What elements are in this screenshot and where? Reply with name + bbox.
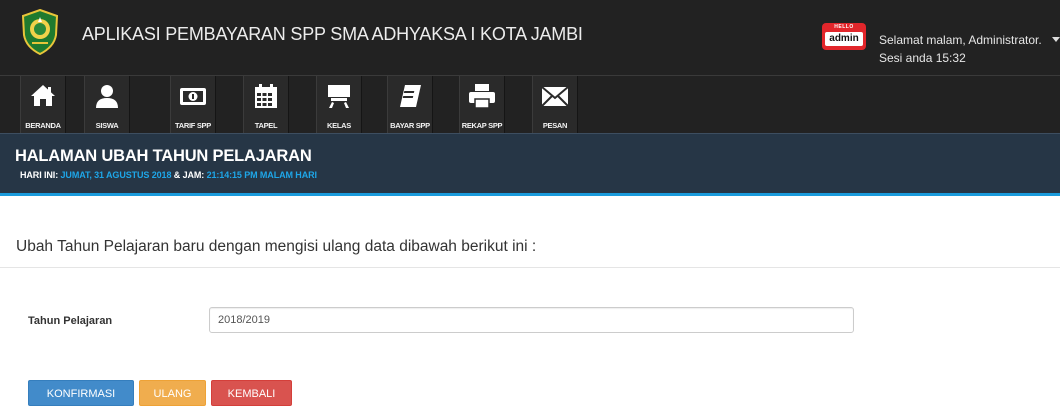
nav-item-beranda[interactable]: BERANDA <box>20 76 66 133</box>
reset-button[interactable]: ULANG <box>139 380 206 406</box>
nav-label: REKAP SPP <box>461 121 503 130</box>
home-icon <box>31 85 55 106</box>
session-timer: Sesi anda 15:32 <box>879 51 966 65</box>
user-greeting[interactable]: Selamat malam, Administrator. <box>879 33 1042 47</box>
user-icon <box>96 85 118 108</box>
back-button[interactable]: KEMBALI <box>211 380 292 406</box>
day-value: JUMAT, 31 AGUSTUS 2018 <box>60 170 172 180</box>
envelope-icon <box>541 86 569 107</box>
book-icon <box>400 85 421 107</box>
day-label: HARI INI: <box>20 170 59 180</box>
nav-item-tarif-spp[interactable]: TARIF SPP <box>170 76 216 133</box>
app-title: APLIKASI PEMBAYARAN SPP SMA ADHYAKSA I K… <box>82 24 583 44</box>
time-value: 21:14:15 PM MALAM HARI <box>206 170 317 180</box>
main-nav: BERANDA SISWA TARIF SPP TAPEL KELAS BAYA… <box>0 75 1060 133</box>
nav-label: BERANDA <box>25 121 61 130</box>
chevron-down-icon[interactable] <box>1052 37 1060 42</box>
calendar-icon <box>255 84 277 108</box>
nav-item-tapel[interactable]: TAPEL <box>243 76 289 133</box>
nav-label: PESAN <box>542 121 568 130</box>
form-instruction: Ubah Tahun Pelajaran baru dengan mengisi… <box>16 238 537 255</box>
divider <box>0 267 1060 268</box>
school-logo <box>21 9 59 55</box>
nav-item-rekap-spp[interactable]: REKAP SPP <box>459 76 505 133</box>
nav-item-kelas[interactable]: KELAS <box>316 76 362 133</box>
page-title: HALAMAN UBAH TAHUN PELAJARAN <box>15 147 312 165</box>
time-label: & JAM: <box>173 170 205 180</box>
tahun-pelajaran-label: Tahun Pelajaran <box>28 315 113 327</box>
badge-username: admin <box>825 32 863 46</box>
money-icon <box>180 88 206 105</box>
page-header: HALAMAN UBAH TAHUN PELAJARAN HARI INI: J… <box>0 133 1060 196</box>
badge-hello-text: HELLO <box>834 24 854 30</box>
confirm-button[interactable]: KONFIRMASI <box>28 380 134 406</box>
nav-label: KELAS <box>327 121 351 130</box>
nav-label: TARIF SPP <box>175 121 211 130</box>
nav-label: BAYAR SPP <box>390 121 430 130</box>
nav-label: SISWA <box>95 121 119 130</box>
desk-icon <box>328 85 350 108</box>
nav-item-pesan[interactable]: PESAN <box>532 76 578 133</box>
date-time-line: HARI INI: JUMAT, 31 AGUSTUS 2018 & JAM: … <box>20 170 317 180</box>
nav-item-bayar-spp[interactable]: BAYAR SPP <box>387 76 433 133</box>
nav-label: TAPEL <box>254 121 278 130</box>
top-bar: APLIKASI PEMBAYARAN SPP SMA ADHYAKSA I K… <box>0 0 1060 75</box>
tahun-pelajaran-input[interactable] <box>209 307 854 333</box>
nav-item-siswa[interactable]: SISWA <box>84 76 130 133</box>
printer-icon <box>469 84 495 109</box>
user-avatar-badge[interactable]: HELLO admin <box>822 23 866 50</box>
